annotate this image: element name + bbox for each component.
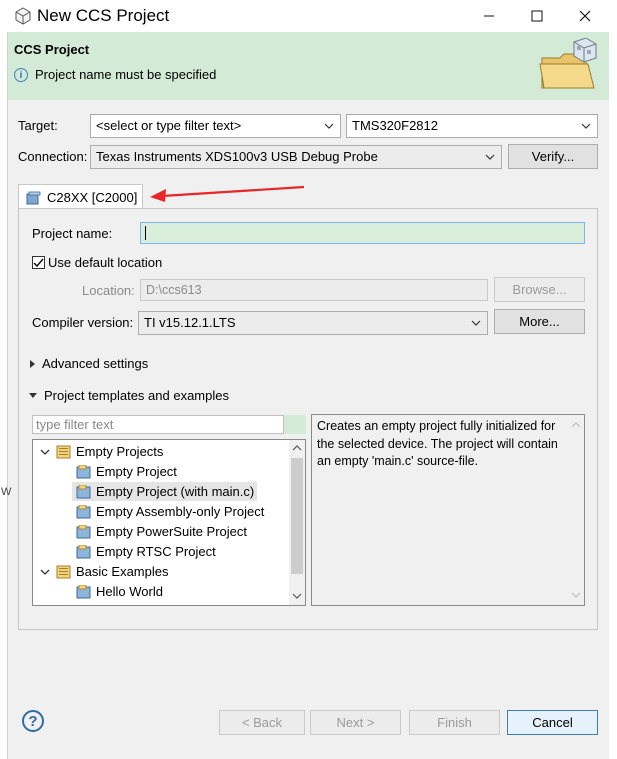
maximize-icon: [531, 10, 543, 22]
description-scrollbar[interactable]: [568, 415, 584, 605]
use-default-location-checkbox[interactable]: [32, 256, 45, 269]
tree-item-hello-world[interactable]: Hello World: [76, 582, 163, 601]
minimize-icon: [484, 15, 494, 17]
template-filter-input[interactable]: type filter text: [32, 415, 284, 434]
project-folder-icon: [539, 38, 597, 89]
header-banner: [8, 32, 609, 100]
info-icon: i: [14, 68, 28, 82]
back-button[interactable]: < Back: [219, 710, 305, 735]
project-icon: [76, 504, 91, 518]
tree-item-empty-powersuite-project[interactable]: Empty PowerSuite Project: [76, 522, 247, 541]
tree-item-empty-project-main[interactable]: Empty Project (with main.c): [72, 482, 258, 501]
scroll-up-icon: [571, 422, 581, 428]
close-button[interactable]: [562, 0, 608, 32]
target-device-value: TMS320F2812: [352, 118, 438, 133]
compiler-version-value: TI v15.12.1.LTS: [144, 315, 236, 330]
chip-icon: [26, 191, 41, 204]
tree-item-empty-projects[interactable]: Empty Projects: [40, 442, 163, 461]
maximize-button[interactable]: [514, 0, 560, 32]
scrollbar-thumb[interactable]: [291, 458, 303, 574]
use-default-location-label: Use default location: [48, 255, 163, 270]
templates-toggle[interactable]: Project templates and examples: [29, 388, 229, 403]
scroll-up-icon: [292, 445, 302, 451]
background-window-glyph: W: [1, 486, 12, 498]
target-filter-combo[interactable]: <select or type filter text>: [90, 114, 341, 138]
banner-message: Project name must be specified: [35, 67, 217, 82]
project-name-label: Project name:: [32, 226, 113, 241]
location-input[interactable]: D:\ccs613: [140, 279, 488, 301]
connection-value: Texas Instruments XDS100v3 USB Debug Pro…: [96, 149, 378, 164]
finish-button[interactable]: Finish: [409, 710, 500, 735]
minimize-button[interactable]: [466, 0, 512, 32]
scroll-down-icon: [571, 592, 581, 598]
annotation-arrow: [150, 185, 305, 202]
scroll-down-icon: [292, 593, 302, 599]
templates-label: Project templates and examples: [44, 388, 229, 403]
window-title: New CCS Project: [37, 6, 170, 25]
app-icon: [15, 7, 31, 25]
tree-item-empty-project[interactable]: Empty Project: [76, 462, 177, 481]
title-bar: New CCS Project: [0, 0, 617, 32]
tree-expand-icon: [40, 569, 50, 575]
tree-scrollbar[interactable]: [289, 440, 305, 605]
target-device-combo[interactable]: TMS320F2812: [346, 114, 598, 138]
compiler-version-combo[interactable]: TI v15.12.1.LTS: [138, 311, 488, 335]
connection-label: Connection:: [18, 149, 88, 164]
browse-button[interactable]: Browse...: [494, 277, 585, 302]
project-icon: [76, 584, 91, 598]
target-label: Target:: [18, 118, 58, 133]
tree-item-basic-examples[interactable]: Basic Examples: [40, 562, 168, 581]
cancel-button[interactable]: Cancel: [507, 710, 598, 735]
template-description: Creates an empty project fully initializ…: [311, 414, 585, 606]
project-icon: [76, 544, 91, 558]
target-filter-value: <select or type filter text>: [96, 118, 242, 133]
checkmark-icon: [33, 258, 44, 268]
help-icon[interactable]: ?: [22, 710, 44, 732]
tree-item-empty-rtsc-project[interactable]: Empty RTSC Project: [76, 542, 216, 561]
project-icon: [76, 524, 91, 538]
window-left-edge: [0, 32, 8, 759]
advanced-settings-toggle[interactable]: Advanced settings: [30, 356, 148, 371]
folder-icon: [56, 445, 71, 458]
compiler-version-label: Compiler version:: [32, 315, 134, 330]
tree-expand-icon: [40, 449, 50, 455]
chevron-down-icon: [324, 123, 334, 129]
close-icon: [579, 10, 591, 22]
verify-button[interactable]: Verify...: [508, 144, 598, 169]
expand-arrow-icon: [30, 359, 35, 368]
chevron-down-icon: [485, 154, 495, 160]
project-icon: [76, 464, 91, 478]
folder-icon: [56, 565, 71, 578]
chevron-down-icon: [471, 320, 481, 326]
location-label: Location:: [82, 283, 135, 298]
window-right-edge: [609, 32, 617, 759]
next-button[interactable]: Next >: [310, 710, 401, 735]
tab-device-family[interactable]: C28XX [C2000]: [18, 184, 143, 210]
banner-title: CCS Project: [14, 42, 90, 57]
connection-combo[interactable]: Texas Instruments XDS100v3 USB Debug Pro…: [90, 145, 502, 169]
tab-label: C28XX [C2000]: [47, 190, 138, 205]
template-description-text: Creates an empty project fully initializ…: [317, 419, 558, 468]
project-name-input[interactable]: [140, 222, 585, 244]
chevron-down-icon: [581, 123, 591, 129]
collapse-arrow-icon: [29, 393, 37, 398]
more-button[interactable]: More...: [494, 309, 585, 334]
project-icon: [76, 484, 91, 498]
tree-item-empty-assembly-project[interactable]: Empty Assembly-only Project: [76, 502, 264, 521]
filter-clear-button[interactable]: [284, 415, 306, 434]
advanced-settings-label: Advanced settings: [42, 356, 149, 371]
text-cursor: [145, 226, 146, 240]
